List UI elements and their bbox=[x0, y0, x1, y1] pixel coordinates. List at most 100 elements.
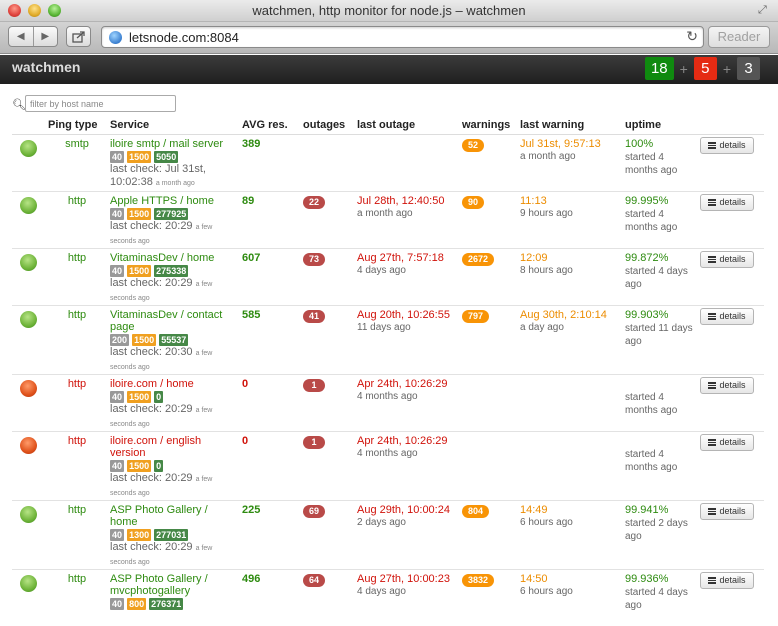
details-label: details bbox=[719, 139, 746, 150]
timeout-tag: 200 bbox=[110, 333, 130, 346]
uptime-cell: 99.903% started 11 days ago bbox=[623, 304, 698, 374]
details-cell: details bbox=[698, 190, 764, 248]
timeout-tag: 40 bbox=[110, 459, 125, 472]
service-tags: 40 1300 277031 bbox=[110, 528, 238, 541]
plus-separator: + bbox=[679, 60, 688, 77]
share-button[interactable] bbox=[66, 26, 91, 47]
details-button[interactable]: details bbox=[700, 376, 754, 394]
details-button[interactable]: details bbox=[700, 307, 754, 325]
warnings-badge: 3832 bbox=[462, 573, 495, 587]
last-outage-ago: a month ago bbox=[357, 207, 413, 219]
warning-threshold-tag: 1500 bbox=[127, 264, 152, 277]
service-tags: 40 800 276371 bbox=[110, 597, 238, 610]
last-check-text: last check: 20:29 bbox=[110, 219, 193, 232]
last-outage-date: Aug 20th, 10:26:55 bbox=[357, 308, 450, 321]
service-row: smtp iloire smtp / mail server 40 1500 505… bbox=[12, 133, 764, 191]
last-outage-cell: Aug 29th, 10:00:24 2 days ago bbox=[355, 499, 460, 569]
reload-icon[interactable]: ↻ bbox=[686, 28, 698, 45]
details-label: details bbox=[719, 574, 746, 585]
outages-badge: 64 bbox=[303, 573, 326, 587]
table-header-row: Ping type Service AVG res. outages last … bbox=[12, 117, 764, 135]
service-cell: iloire smtp / mail server 40 1500 5050 las… bbox=[108, 133, 240, 191]
status-cell bbox=[12, 499, 46, 569]
service-name-link[interactable]: iloire.com / english version bbox=[110, 435, 238, 459]
uptime-value: 99.936% bbox=[625, 572, 669, 585]
service-name-link[interactable]: iloire smtp / mail server bbox=[110, 138, 238, 150]
uptime-cell: 99.941% started 2 days ago bbox=[623, 499, 698, 569]
details-button[interactable]: details bbox=[700, 571, 754, 589]
back-button[interactable]: ◀ bbox=[9, 27, 33, 46]
details-button[interactable]: details bbox=[700, 193, 754, 211]
service-name-link[interactable]: iloire.com / home bbox=[110, 378, 238, 390]
last-outage-ago: 2 days ago bbox=[357, 516, 406, 528]
uptime-header[interactable]: uptime bbox=[623, 117, 698, 135]
service-name-link[interactable]: VitaminasDev / home bbox=[110, 252, 238, 264]
warnings-cell: 797 bbox=[460, 304, 518, 374]
checks-count-tag: 0 bbox=[154, 459, 164, 472]
last-outage-header[interactable]: last outage bbox=[355, 117, 460, 135]
ping-type: http bbox=[46, 190, 108, 248]
last-warning-date: 12:09 bbox=[520, 251, 548, 264]
service-name-link[interactable]: VitaminasDev / contact page bbox=[110, 309, 238, 333]
timeout-tag: 40 bbox=[110, 390, 125, 403]
forward-button[interactable]: ▶ bbox=[32, 27, 58, 46]
timeout-tag: 40 bbox=[110, 597, 125, 610]
details-button[interactable]: details bbox=[700, 502, 754, 520]
warnings-badge: 804 bbox=[462, 504, 490, 518]
last-outage-cell: Jul 28th, 12:40:50 a month ago bbox=[355, 190, 460, 248]
service-name-link[interactable]: ASP Photo Gallery / mvcphotogallery bbox=[110, 573, 238, 597]
status-up-icon bbox=[20, 574, 37, 592]
last-warning-cell bbox=[518, 430, 623, 500]
last-outage-cell: Apr 24th, 10:26:29 4 months ago bbox=[355, 373, 460, 431]
service-row: http ASP Photo Gallery / mvcphotogallery 4… bbox=[12, 568, 764, 626]
service-tags: 40 1500 0 bbox=[110, 390, 238, 403]
ping-type: http bbox=[46, 304, 108, 374]
timeout-tag: 40 bbox=[110, 264, 125, 277]
last-check-text: last check: 20:30 bbox=[110, 345, 193, 358]
fullscreen-icon[interactable]: ⤢ bbox=[758, 4, 770, 16]
address-bar[interactable]: letsnode.com:8084 ↻ bbox=[101, 26, 704, 48]
status-cell bbox=[12, 190, 46, 248]
ping-type-header[interactable]: Ping type bbox=[46, 117, 108, 135]
reader-button[interactable]: Reader bbox=[708, 26, 770, 48]
outages-header[interactable]: outages bbox=[301, 117, 355, 135]
filter-host-input[interactable] bbox=[25, 95, 176, 112]
service-cell: Apple HTTPS / home 40 1500 277925 last che… bbox=[108, 190, 240, 248]
warnings-cell bbox=[460, 373, 518, 431]
list-icon bbox=[708, 438, 717, 446]
details-button[interactable]: details bbox=[700, 250, 754, 268]
list-icon bbox=[708, 198, 717, 206]
last-outage-ago: 4 days ago bbox=[357, 585, 406, 597]
avg-header[interactable]: AVG res. bbox=[240, 117, 301, 135]
browser-toolbar: ◀ ▶ letsnode.com:8084 ↻ Reader bbox=[0, 22, 778, 54]
last-warning-cell: 14:50 6 hours ago bbox=[518, 568, 623, 626]
last-outage-date: Aug 27th, 7:57:18 bbox=[357, 251, 444, 264]
service-name-link[interactable]: ASP Photo Gallery / home bbox=[110, 504, 238, 528]
last-outage-ago: 4 days ago bbox=[357, 264, 406, 276]
last-warning-ago: 6 hours ago bbox=[520, 516, 573, 528]
list-icon bbox=[708, 507, 717, 515]
status-counters: 18 + 5 + 3 bbox=[644, 57, 760, 80]
last-warning-ago: 8 hours ago bbox=[520, 264, 573, 276]
details-cell: details bbox=[698, 568, 764, 626]
list-icon bbox=[708, 255, 717, 263]
service-header[interactable]: Service bbox=[108, 117, 240, 135]
avg-response: 0 bbox=[240, 430, 301, 500]
paused-counter: 3 bbox=[737, 57, 760, 80]
last-warning-cell: Jul 31st, 9:57:13 a month ago bbox=[518, 133, 623, 191]
service-name-link[interactable]: Apple HTTPS / home bbox=[110, 195, 238, 207]
details-button[interactable]: details bbox=[700, 136, 754, 154]
status-column-header bbox=[12, 117, 46, 135]
last-check-text: last check: 20:29 bbox=[110, 402, 193, 415]
brand-title[interactable]: watchmen bbox=[12, 59, 80, 75]
outages-cell: 64 bbox=[301, 568, 355, 626]
service-cell: iloire.com / english version 40 1500 0 las… bbox=[108, 430, 240, 500]
service-tags: 40 1500 0 bbox=[110, 459, 238, 472]
uptime-started: started 4 months ago bbox=[625, 448, 678, 473]
checks-count-tag: 0 bbox=[154, 390, 164, 403]
details-label: details bbox=[719, 505, 746, 516]
avg-response: 225 bbox=[240, 499, 301, 569]
details-button[interactable]: details bbox=[700, 433, 754, 451]
last-warning-header[interactable]: last warning bbox=[518, 117, 623, 135]
warnings-header[interactable]: warnings bbox=[460, 117, 518, 135]
